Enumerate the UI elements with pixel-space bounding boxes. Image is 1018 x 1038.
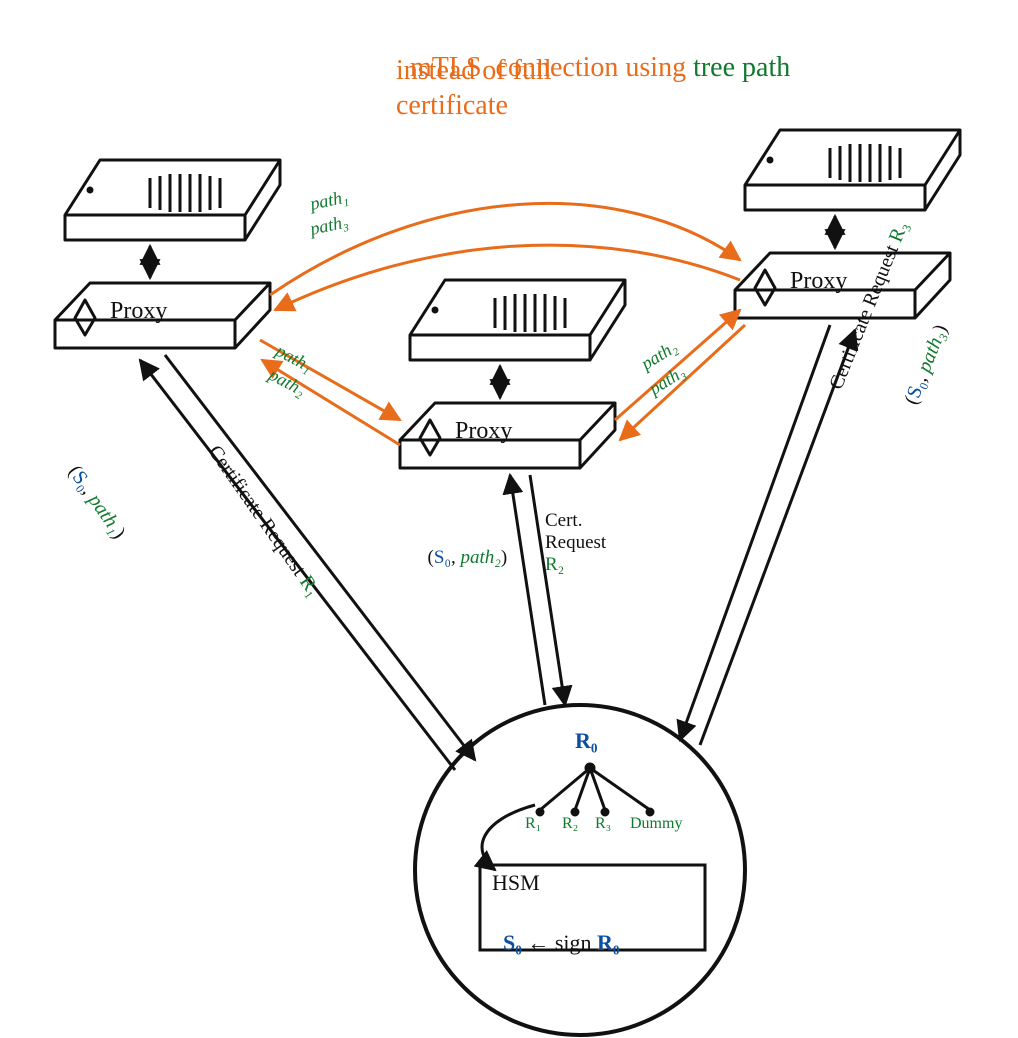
ca-leaf-r1: R₁ <box>525 815 541 833</box>
cert-req-2-r: R₂ <box>545 554 564 575</box>
response-2-s0: S₀ <box>434 547 451 568</box>
ca-node <box>415 705 745 1035</box>
hsm-label: HSM <box>492 870 540 895</box>
ca-root-r0: R₀ <box>575 728 597 753</box>
server-1 <box>65 160 280 240</box>
proxy-label-2: Proxy <box>455 418 512 446</box>
ca-leaf-r2: R₂ <box>562 815 578 833</box>
mtls-right-to-left <box>275 245 740 310</box>
cert-req-2: Cert. Request R₂ <box>545 510 625 576</box>
ca-leaf-r3: R₃ <box>595 815 611 833</box>
response-2: (S₀, path₂) <box>418 525 507 569</box>
hsm-r0: R₀ <box>597 930 619 955</box>
server-2 <box>410 280 625 360</box>
hsm-arrow-sign: ← sign <box>522 930 597 955</box>
proxy-label-1: Proxy <box>110 298 167 326</box>
response-2-comma: , <box>451 547 461 568</box>
cert-req-2-text: Cert. Request <box>545 510 606 553</box>
hsm-s0: S₀ <box>503 930 522 955</box>
response-2-path: path₂ <box>461 547 501 568</box>
ca-leaf-dummy: Dummy <box>630 815 682 833</box>
hsm-sign-line: S₀ ← sign R₀ <box>492 905 620 956</box>
response-2-close: ) <box>501 547 507 568</box>
resp-ca-to-proxy2 <box>510 475 545 705</box>
server-3 <box>745 130 960 210</box>
